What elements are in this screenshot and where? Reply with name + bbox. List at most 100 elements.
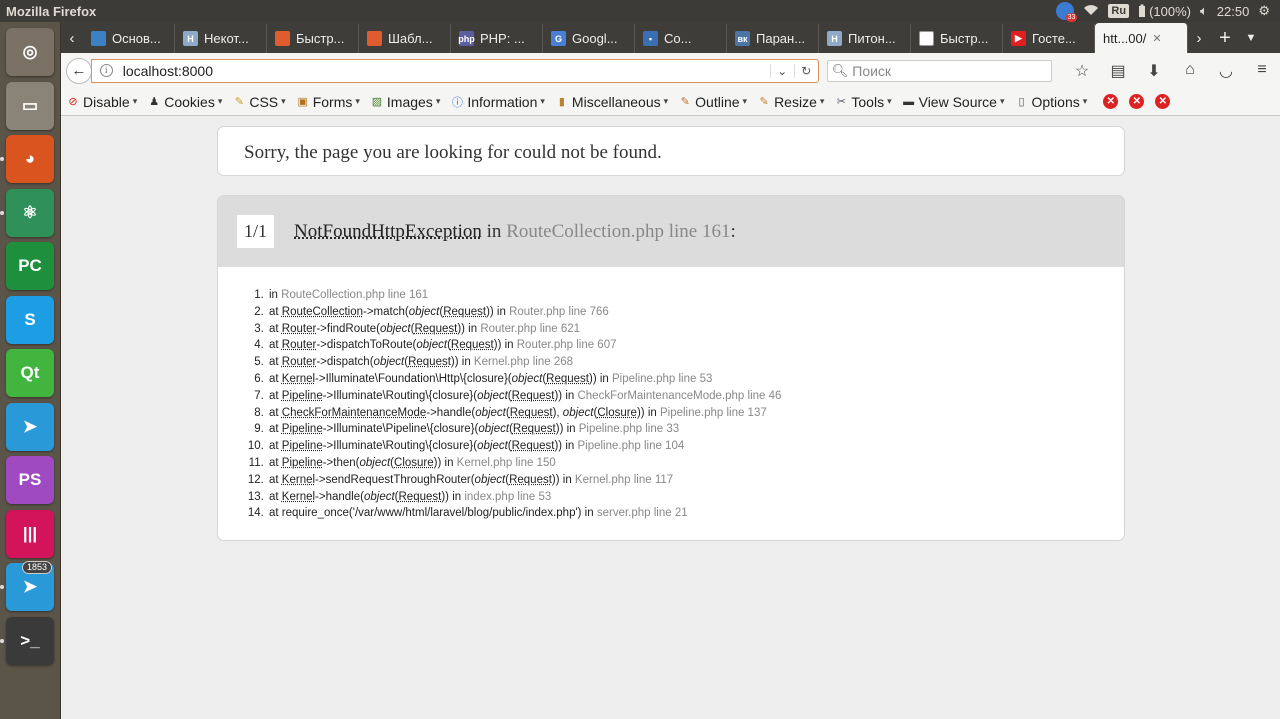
wd-menu-forms[interactable]: ▣ Forms ▾ <box>291 94 365 110</box>
skype-icon[interactable]: S <box>6 295 54 344</box>
search-input[interactable]: 🔍︎ Поиск <box>826 59 1052 82</box>
tab-label: Шабл... <box>388 31 433 46</box>
tab-8[interactable]: вк Паран... <box>727 24 819 53</box>
chevron-down-icon: ▾ <box>999 96 1005 106</box>
trace-file-location: Kernel.php line 150 <box>456 456 556 469</box>
trace-file-location: Pipeline.php line 137 <box>659 406 767 419</box>
trace-class-name: Request <box>509 473 552 486</box>
running-indicator <box>0 585 4 589</box>
firefox-icon[interactable]: ◕ <box>6 135 54 183</box>
terminal-icon[interactable]: >_ <box>6 616 54 665</box>
tab-10[interactable]: Быстр... <box>911 24 1003 53</box>
qt-creator-icon[interactable]: Qt <box>6 349 54 397</box>
tabs-scroll-left-icon[interactable]: ‹ <box>61 24 83 53</box>
battery-indicator[interactable]: (100%) <box>1138 4 1191 19</box>
trace-class-name: Router <box>281 356 317 369</box>
window-title: Mozilla Firefox <box>6 3 97 19</box>
trace-class-name: Kernel <box>281 473 316 486</box>
wd-menu-disable[interactable]: ⊘ Disable ▾ <box>61 94 142 110</box>
phpstorm-icon[interactable]: PS <box>6 456 54 504</box>
trace-arg-type: object <box>477 440 508 453</box>
bookmarks-menu-icon[interactable]: ▤ <box>1100 61 1136 81</box>
tab-label: Некот... <box>204 31 249 46</box>
trace-class-name: Request <box>450 339 494 352</box>
trace-line: at Pipeline->then(object(Closure)) in Ke… <box>267 455 1124 472</box>
site-info-icon[interactable]: i <box>99 64 113 77</box>
notification-icon[interactable]: 33 <box>1056 2 1078 22</box>
wifi-icon[interactable] <box>1083 4 1099 19</box>
error-icon[interactable]: ✕ <box>1103 94 1119 109</box>
trace-text: at <box>269 490 282 503</box>
wd-menu-label: Information <box>467 93 538 110</box>
wd-menu-view-source[interactable]: ▬ View Source ▾ <box>897 94 1010 110</box>
volume-icon[interactable]: 🔈︎ <box>1200 3 1208 19</box>
tab-6[interactable]: G Googl... <box>543 24 635 53</box>
telegram-icon[interactable]: ➤ <box>6 402 54 451</box>
files-icon[interactable]: ▭ <box>6 81 54 130</box>
tab-11[interactable]: ▶ Госте... <box>1003 24 1095 53</box>
tab-list: Основ... H Некот... Быстр... Шабл... php PHP: … <box>83 23 1188 53</box>
back-button[interactable]: ← <box>66 57 92 84</box>
unknown-app-icon[interactable]: ||| <box>6 509 54 558</box>
atom-icon[interactable]: ⚛ <box>6 188 54 237</box>
tab-list-dropdown-icon[interactable]: ▼ <box>1240 24 1262 53</box>
new-tab-icon[interactable]: + <box>1210 24 1240 53</box>
tab-favicon-icon: вк <box>735 31 750 46</box>
trace-class-name: Request <box>511 440 555 453</box>
wd-menu-images[interactable]: ▨ Images ▾ <box>365 94 445 110</box>
keyboard-layout[interactable]: Ru <box>1108 4 1130 18</box>
tab-7[interactable]: ▪ Co... <box>635 24 727 53</box>
wd-menu-label: Resize <box>774 93 817 110</box>
trace-text: ->dispatch( <box>316 356 374 369</box>
exception-count: 1/1 <box>237 215 275 248</box>
bookmark-star-icon[interactable]: ☆ <box>1064 61 1100 81</box>
tab-3[interactable]: Быстр... <box>267 24 359 53</box>
tab-label: Co... <box>664 31 692 46</box>
url-history-dropdown-icon[interactable]: ⌄ <box>769 63 794 78</box>
url-bar[interactable]: i localhost:8000 ⌄ ↻ <box>90 58 819 83</box>
wd-menu-miscellaneous[interactable]: ▮ Miscellaneous ▾ <box>550 94 673 110</box>
tab-4[interactable]: Шабл... <box>359 24 451 53</box>
wd-menu-outline[interactable]: ✎ Outline ▾ <box>673 94 752 110</box>
wd-menu-information[interactable]: ⓘ Information ▾ <box>445 94 550 110</box>
trace-arg-type: object <box>408 305 440 318</box>
dash-home-icon[interactable]: ◎ <box>6 28 54 76</box>
tab-9[interactable]: H Питон... <box>819 24 911 53</box>
tab-5[interactable]: php PHP: ... <box>451 24 543 53</box>
error-icon-3[interactable]: ✕ <box>1155 94 1171 109</box>
telegram-2-icon[interactable]: ➤ 1853 <box>6 561 54 611</box>
images-icon: ▨ <box>371 96 383 108</box>
tabs-scroll-right-icon[interactable]: › <box>1188 24 1210 53</box>
trace-file-location: Router.php line 607 <box>516 339 617 352</box>
wd-menu-options[interactable]: ▯ Options ▾ <box>1009 94 1092 110</box>
web-developer-toolbar: ⊘ Disable ▾ ♟ Cookies ▾ ✎ CSS ▾ ▣ Forms ▾ ▨ Images ▾ ⓘ I… <box>61 88 1280 116</box>
pycharm-icon[interactable]: PC <box>6 242 54 290</box>
trace-file-location: server.php line 21 <box>596 507 688 520</box>
clock[interactable]: 22:50 <box>1217 4 1250 19</box>
wd-menu-cookies[interactable]: ♟ Cookies ▾ <box>142 94 227 110</box>
wd-menu-tools[interactable]: ✂ Tools ▾ <box>829 94 896 110</box>
wd-menu-css[interactable]: ✎ CSS ▾ <box>227 94 290 110</box>
trace-arg-type: object <box>474 473 506 486</box>
close-tab-icon[interactable]: ✕ <box>1152 32 1161 45</box>
url-text[interactable]: localhost:8000 <box>123 63 770 79</box>
menu-hamburger-icon[interactable]: ≡ <box>1244 61 1280 81</box>
tab-favicon-icon: ▶ <box>1011 31 1026 46</box>
home-icon[interactable]: ⌂ <box>1172 61 1208 81</box>
tab-1[interactable]: Основ... <box>83 24 175 53</box>
reload-icon[interactable]: ↻ <box>793 63 818 78</box>
pocket-icon[interactable]: ◡ <box>1208 61 1244 81</box>
trace-text: at <box>269 456 282 469</box>
trace-text: at <box>269 305 282 318</box>
settings-gear-icon[interactable]: ⚙︎ <box>1258 3 1270 19</box>
tab-label: Паран... <box>756 31 806 46</box>
tab-12[interactable]: htt...00/ ✕ <box>1095 23 1188 53</box>
trace-file-location: Router.php line 766 <box>509 305 609 318</box>
downloads-icon[interactable]: ⬇ <box>1136 61 1172 81</box>
tab-2[interactable]: H Некот... <box>175 24 267 53</box>
trace-arg-type: object <box>562 406 594 419</box>
error-icon-2[interactable]: ✕ <box>1129 94 1145 109</box>
wd-menu-resize[interactable]: ✎ Resize ▾ <box>752 94 829 110</box>
exception-colon: : <box>730 220 736 242</box>
trace-text: )) in <box>457 322 481 335</box>
